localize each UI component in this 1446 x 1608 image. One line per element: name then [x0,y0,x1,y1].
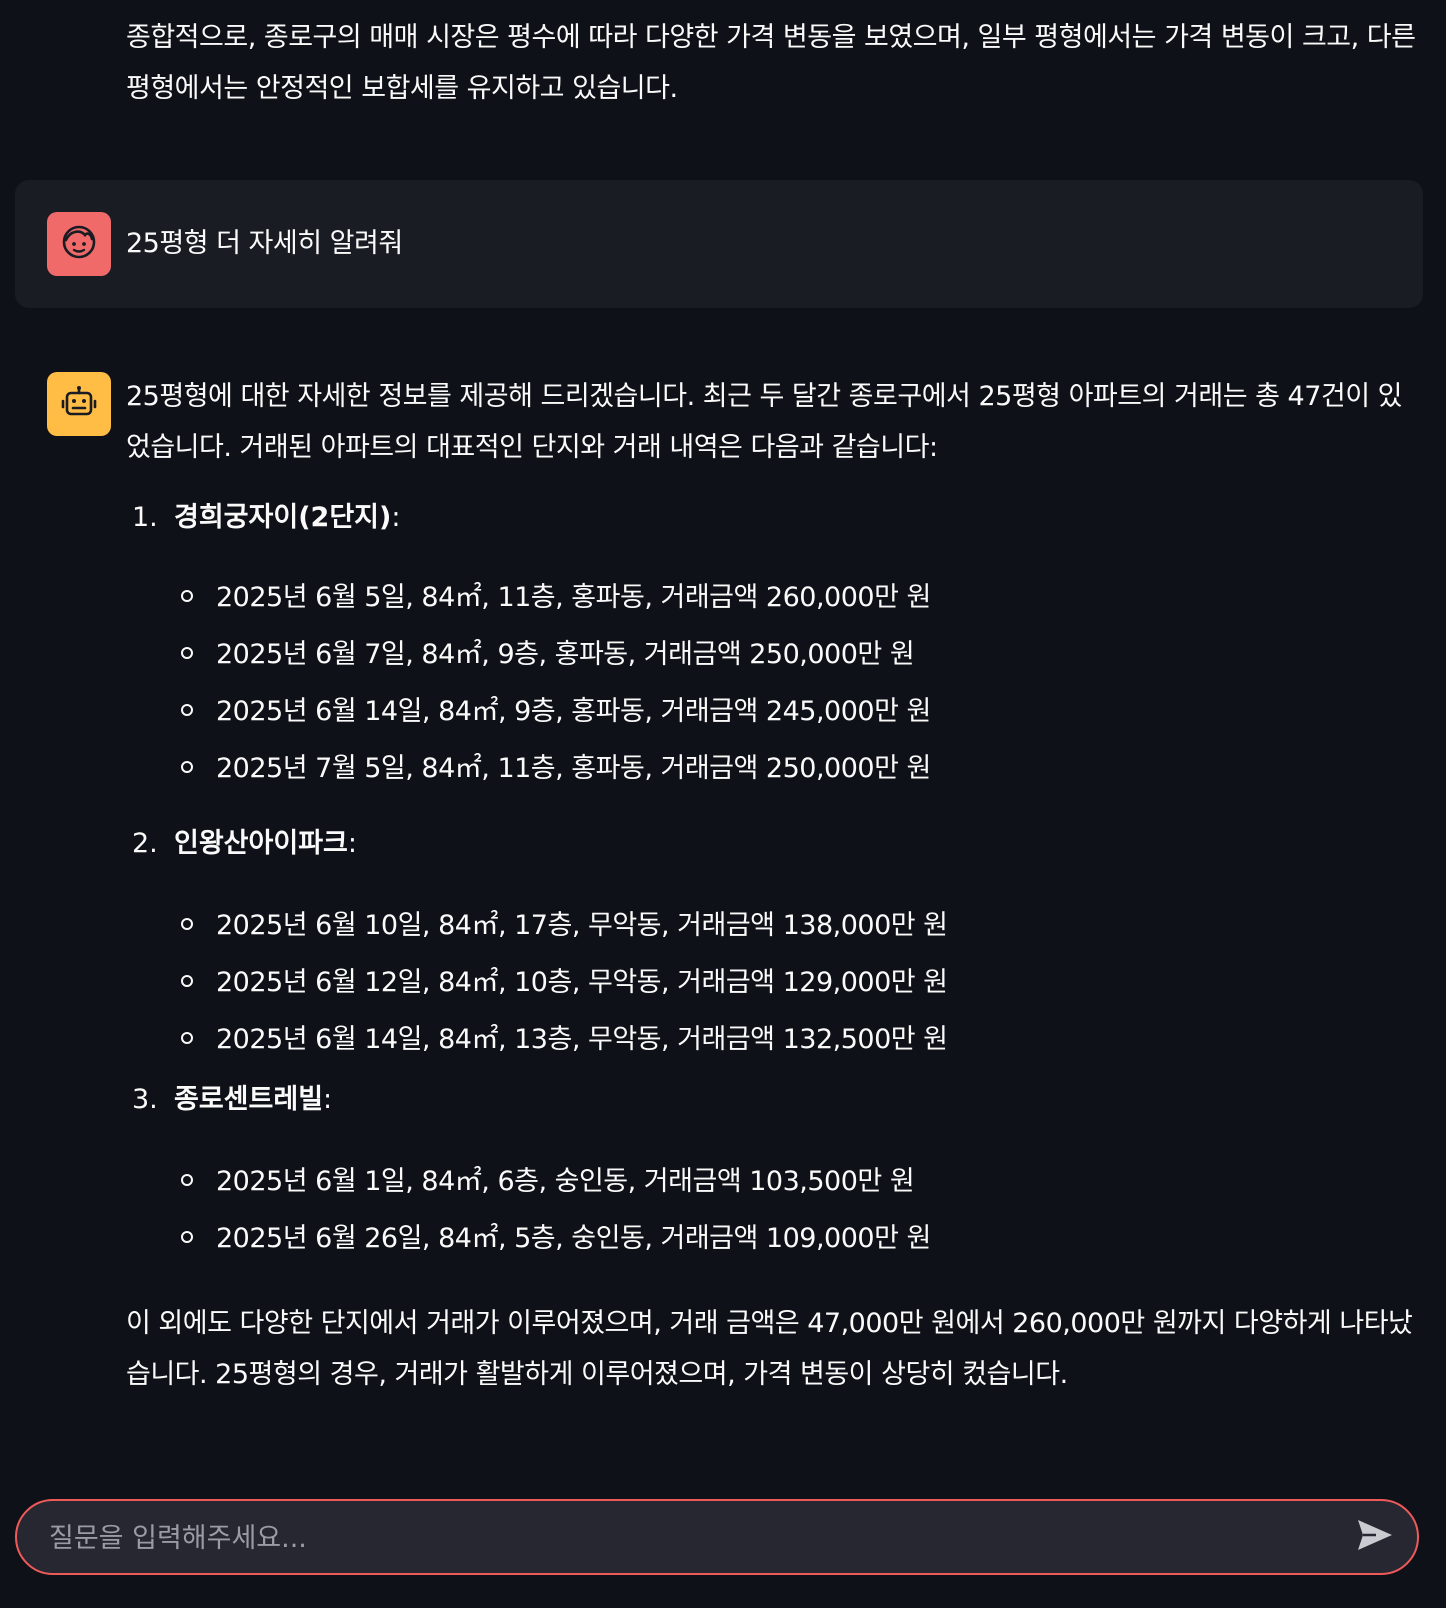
deal-text: 2025년 6월 26일, 84㎡, 5층, 숭인동, 거래금액 109,000… [216,1223,931,1254]
complex-title: 3. 종로센트레빌: [132,1080,332,1120]
user-avatar [47,212,111,276]
complex-name: 종로센트레빌 [174,1084,324,1115]
bullet-icon [181,1032,193,1044]
deal-text: 2025년 6월 5일, 84㎡, 11층, 홍파동, 거래금액 260,000… [216,582,931,613]
list-item: 2025년 6월 12일, 84㎡, 10층, 무악동, 거래금액 129,00… [176,963,948,1003]
bullet-icon [181,918,193,930]
list-number: 2. [132,828,158,859]
deal-text: 2025년 7월 5일, 84㎡, 11층, 홍파동, 거래금액 250,000… [216,753,931,784]
complex-title: 2. 인왕산아이파크: [132,824,357,864]
user-face-icon [60,223,98,265]
deal-text: 2025년 6월 12일, 84㎡, 10층, 무악동, 거래금액 129,00… [216,967,948,998]
list-item: 2025년 6월 14일, 84㎡, 13층, 무악동, 거래금액 132,50… [176,1020,948,1060]
robot-icon [60,383,98,425]
bullet-icon [181,1174,193,1186]
bullet-icon [181,761,193,773]
list-number: 1. [132,502,158,533]
bullet-icon [181,975,193,987]
deal-text: 2025년 6월 7일, 84㎡, 9층, 홍파동, 거래금액 250,000만… [216,639,915,670]
assistant-intro-text: 25평형에 대한 자세한 정보를 제공해 드리겠습니다. 최근 두 달간 종로구… [126,381,1403,463]
deal-text: 2025년 6월 1일, 84㎡, 6층, 숭인동, 거래금액 103,500만… [216,1166,915,1197]
deal-text: 2025년 6월 10일, 84㎡, 17층, 무악동, 거래금액 138,00… [216,910,948,941]
deal-text: 2025년 6월 14일, 84㎡, 9층, 홍파동, 거래금액 245,000… [216,696,931,727]
user-message: 25평형 더 자세히 알려줘 [15,180,1423,308]
assistant-avatar [47,372,111,436]
list-item: 2025년 6월 1일, 84㎡, 6층, 숭인동, 거래금액 103,500만… [176,1162,915,1202]
list-item: 2025년 6월 26일, 84㎡, 5층, 숭인동, 거래금액 109,000… [176,1219,931,1259]
send-button[interactable] [1355,1519,1395,1555]
send-icon [1356,1518,1394,1556]
chat-input[interactable] [47,1501,1311,1575]
bullet-icon [181,704,193,716]
list-item: 2025년 6월 7일, 84㎡, 9층, 홍파동, 거래금액 250,000만… [176,635,915,675]
list-item: 2025년 6월 14일, 84㎡, 9층, 홍파동, 거래금액 245,000… [176,692,931,732]
list-item: 2025년 7월 5일, 84㎡, 11층, 홍파동, 거래금액 250,000… [176,749,931,789]
list-item: 2025년 6월 10일, 84㎡, 17층, 무악동, 거래금액 138,00… [176,906,948,946]
bullet-icon [181,1231,193,1243]
chat-input-box[interactable] [15,1499,1419,1575]
assistant-summary-text: 이 외에도 다양한 단지에서 거래가 이루어졌으며, 거래 금액은 47,000… [126,1308,1413,1390]
bullet-icon [181,647,193,659]
complex-title: 1. 경희궁자이(2단지): [132,498,400,538]
list-item: 2025년 6월 5일, 84㎡, 11층, 홍파동, 거래금액 260,000… [176,578,931,618]
previous-assistant-text: 종합적으로, 종로구의 매매 시장은 평수에 따라 다양한 가격 변동을 보였으… [126,22,1416,104]
complex-name: 인왕산아이파크 [174,828,348,859]
deal-text: 2025년 6월 14일, 84㎡, 13층, 무악동, 거래금액 132,50… [216,1024,948,1055]
user-message-text: 25평형 더 자세히 알려줘 [126,228,403,259]
complex-name: 경희궁자이(2단지) [174,502,392,533]
bullet-icon [181,590,193,602]
list-number: 3. [132,1084,158,1115]
